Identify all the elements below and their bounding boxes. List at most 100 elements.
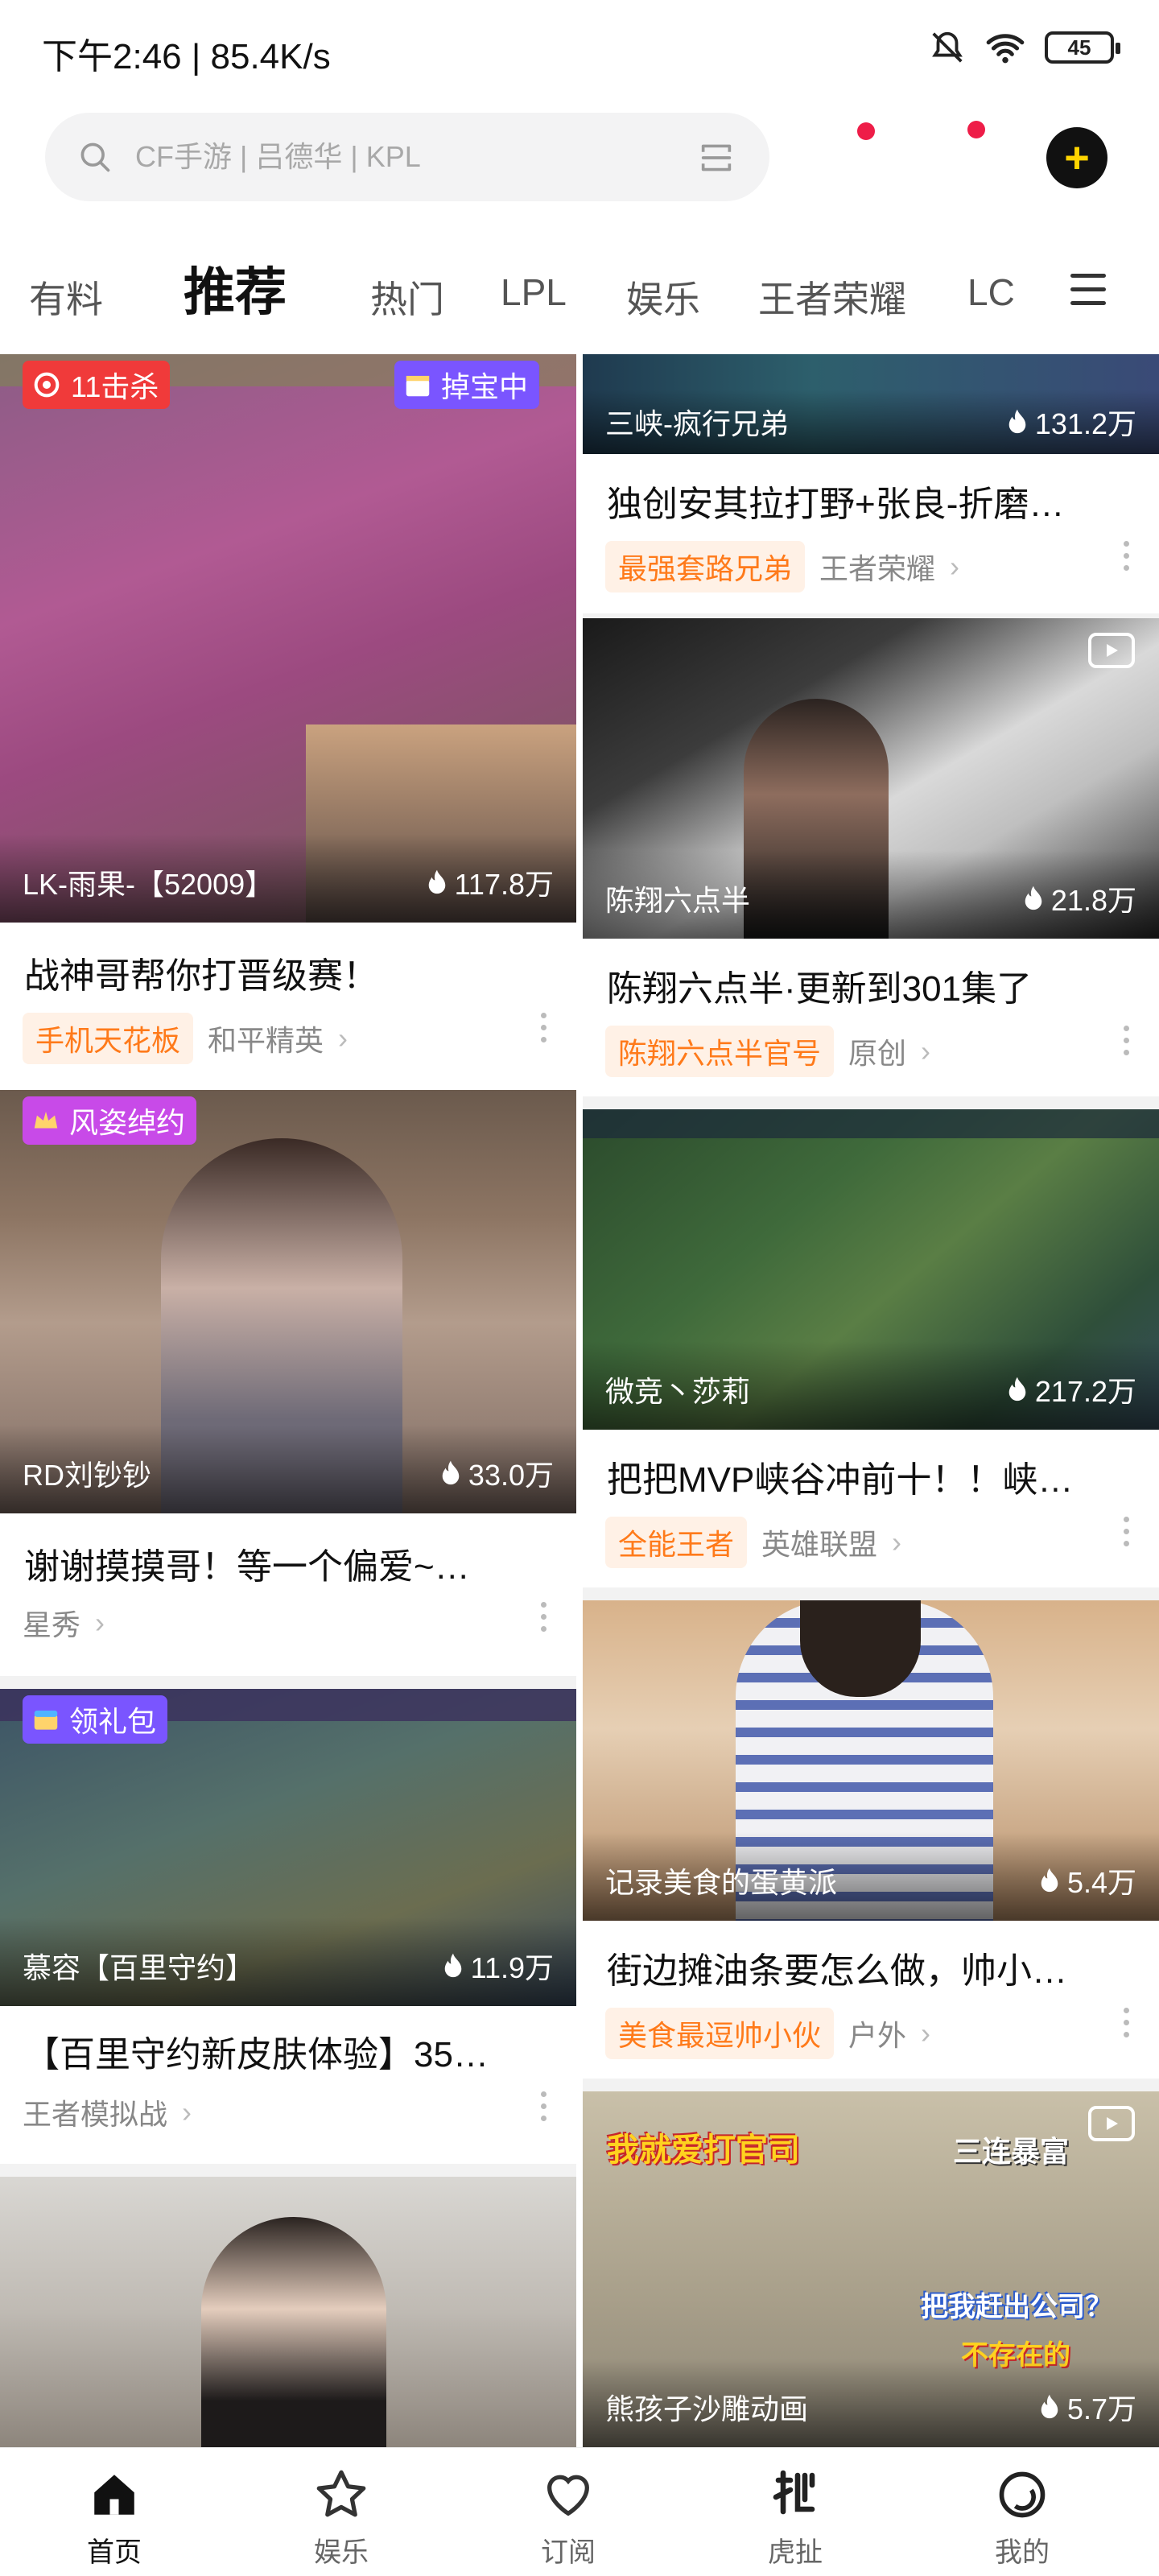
card-meta: 星秀 ›: [23, 1602, 105, 1644]
style-badge: 风姿绰约: [23, 1096, 197, 1145]
category-link[interactable]: 星秀: [23, 1602, 80, 1644]
nav-profile-label: 我的: [995, 2537, 1050, 2568]
heat-value: 33.0万: [468, 1459, 554, 1492]
scan-icon[interactable]: [699, 142, 734, 174]
heat-value: 217.2万: [1034, 1375, 1136, 1408]
tab-entertainment[interactable]: 娱乐: [626, 270, 700, 324]
heat-count: 217.2万: [1004, 1368, 1136, 1410]
tab-honor-of-kings[interactable]: 王者荣耀: [758, 270, 906, 324]
streamer-name: 三峡-疯行兄弟: [605, 407, 789, 440]
more-options-icon[interactable]: [1124, 541, 1130, 571]
style-badge-label: 风姿绰约: [69, 1106, 186, 1139]
live-card[interactable]: 记录美食的蛋黄派 5.4万 街边摊油条要怎么做，帅小… 美食最逗帅小伙 户外 ›: [583, 1600, 1159, 2079]
flame-icon: [442, 1460, 460, 1485]
thumb-caption: 我就爱打官司: [607, 2132, 800, 2168]
kill-badge-label: 11击杀: [71, 370, 159, 403]
more-options-icon[interactable]: [541, 2091, 547, 2121]
feed-left-column: 11击杀 掉宝中 LK-雨果-【52009】 117.8万 战神哥帮你打晋级赛！…: [0, 354, 576, 2447]
heat-count: 21.8万: [1021, 877, 1136, 919]
tag-pill[interactable]: 最强套路兄弟: [605, 541, 806, 592]
home-icon: [94, 2475, 134, 2515]
live-card[interactable]: 11击杀 掉宝中 LK-雨果-【52009】 117.8万 战神哥帮你打晋级赛！…: [0, 354, 576, 1090]
streamer-name: 微竞丶莎莉: [605, 1375, 751, 1408]
tag-pill[interactable]: 美食最逗帅小伙: [605, 2008, 835, 2059]
nav-home[interactable]: 首页: [42, 2462, 187, 2570]
heat-count: 117.8万: [424, 861, 554, 903]
battery-level: 45: [1067, 35, 1091, 60]
category-link[interactable]: 原创: [848, 1030, 906, 1072]
live-card[interactable]: 风姿绰约 RD刘钞钞 33.0万 谢谢摸摸哥！等一个偏爱~… 星秀 ›: [0, 1090, 576, 1676]
add-button[interactable]: +: [1046, 127, 1107, 188]
tab-lc[interactable]: LC: [967, 270, 1015, 314]
card-meta: 美食最逗帅小伙 户外 ›: [605, 2008, 930, 2059]
treasure-chest-icon: [34, 1710, 58, 1730]
gift-badge: 领礼包: [23, 1695, 168, 1744]
search-input[interactable]: [135, 140, 650, 174]
heat-value: 117.8万: [454, 868, 554, 901]
status-bar: 下午2:46 | 85.4K/s 45: [0, 0, 1159, 97]
card-meta: 王者模拟战 ›: [23, 2091, 192, 2133]
nav-huche[interactable]: 虎扯: [723, 2462, 868, 2570]
live-card[interactable]: 陈翔六点半 21.8万 陈翔六点半·更新到301集了 陈翔六点半官号 原创 ›: [583, 618, 1159, 1096]
more-options-icon[interactable]: [541, 1602, 547, 1632]
flame-icon: [444, 1953, 461, 1978]
live-card[interactable]: 微竞丶莎莉 217.2万 把把MVP峡谷冲前十！！峡… 全能王者 英雄联盟 ›: [583, 1109, 1159, 1587]
live-thumbnail: 陈翔六点半 21.8万: [583, 618, 1159, 939]
live-card[interactable]: 领礼包 慕容【百里守约】 11.9万 【百里守约新皮肤体验】35… 王者模拟战 …: [0, 1689, 576, 2164]
more-options-icon[interactable]: [541, 1013, 547, 1042]
chevron-right-icon: ›: [182, 2095, 192, 2128]
tab-recommend[interactable]: 推荐: [184, 251, 287, 325]
live-card[interactable]: 三峡-疯行兄弟 131.2万 独创安其拉打野+张良-折磨… 最强套路兄弟 王者荣…: [583, 354, 1159, 613]
live-thumbnail: 我就爱打官司 三连暴富 把我赶出公司？ 不存在的 熊孩子沙雕动画 5.7万: [583, 2091, 1159, 2447]
nav-entertainment[interactable]: 娱乐: [269, 2462, 414, 2570]
huche-icon: [773, 2470, 815, 2515]
live-card[interactable]: [0, 2177, 576, 2447]
nav-profile[interactable]: 我的: [950, 2462, 1095, 2570]
status-icons: 45: [929, 29, 1120, 66]
tab-hot[interactable]: 热门: [370, 270, 444, 324]
gift-box-icon: [406, 375, 430, 397]
streamer-name: 记录美食的蛋黄派: [605, 1866, 838, 1899]
search-bar[interactable]: [45, 113, 769, 201]
heat-count: 5.7万: [1037, 2386, 1136, 2428]
target-icon: [34, 372, 60, 398]
heat-value: 21.8万: [1050, 884, 1136, 917]
profile-icon: [999, 2471, 1046, 2518]
gift-badge-label: 领礼包: [69, 1705, 157, 1738]
chevron-right-icon: ›: [921, 1034, 931, 1067]
category-link[interactable]: 英雄联盟: [761, 1521, 877, 1563]
crown-icon: [34, 1111, 58, 1129]
streamer-name: LK-雨果-【52009】: [23, 868, 274, 901]
category-link[interactable]: 王者荣耀: [819, 546, 935, 588]
card-meta: 陈翔六点半官号 原创 ›: [605, 1026, 930, 1077]
tag-pill[interactable]: 手机天花板: [23, 1013, 194, 1064]
more-options-icon[interactable]: [1124, 2008, 1130, 2037]
card-title: 把把MVP峡谷冲前十！！峡…: [607, 1460, 1074, 1500]
category-link[interactable]: 户外: [848, 2013, 906, 2054]
heat-value: 131.2万: [1034, 407, 1136, 440]
flame-icon: [1008, 1377, 1026, 1402]
live-card[interactable]: 我就爱打官司 三连暴富 把我赶出公司？ 不存在的 熊孩子沙雕动画 5.7万: [583, 2091, 1159, 2447]
chevron-right-icon: ›: [338, 1022, 349, 1055]
flame-icon: [428, 869, 445, 894]
tab-menu-icon[interactable]: [1070, 274, 1106, 306]
more-options-icon[interactable]: [1124, 1517, 1130, 1546]
flame-icon: [1008, 409, 1026, 434]
live-thumbnail: 11击杀 掉宝中 LK-雨果-【52009】 117.8万: [0, 354, 576, 923]
nav-entertainment-label: 娱乐: [314, 2537, 369, 2568]
tag-pill[interactable]: 陈翔六点半官号: [605, 1026, 835, 1077]
card-title: 独创安其拉打野+张良-折磨…: [607, 485, 1065, 524]
tab-lpl[interactable]: LPL: [501, 270, 567, 314]
nav-subscribe-label: 订阅: [541, 2537, 596, 2568]
flame-icon: [1041, 2394, 1058, 2419]
more-options-icon[interactable]: [1124, 1026, 1130, 1055]
category-link[interactable]: 和平精英: [208, 1018, 324, 1059]
live-thumbnail: 风姿绰约 RD刘钞钞 33.0万: [0, 1090, 576, 1513]
status-time: 下午2:46 | 85.4K/s: [42, 37, 331, 76]
nav-subscribe[interactable]: 订阅: [496, 2462, 641, 2570]
card-meta: 最强套路兄弟 王者荣耀 ›: [605, 541, 959, 592]
category-link[interactable]: 王者模拟战: [23, 2091, 167, 2133]
card-title: 街边摊油条要怎么做，帅小…: [607, 1951, 1067, 1991]
tab-youliao[interactable]: 有料: [29, 270, 103, 324]
tag-pill[interactable]: 全能王者: [605, 1517, 748, 1568]
